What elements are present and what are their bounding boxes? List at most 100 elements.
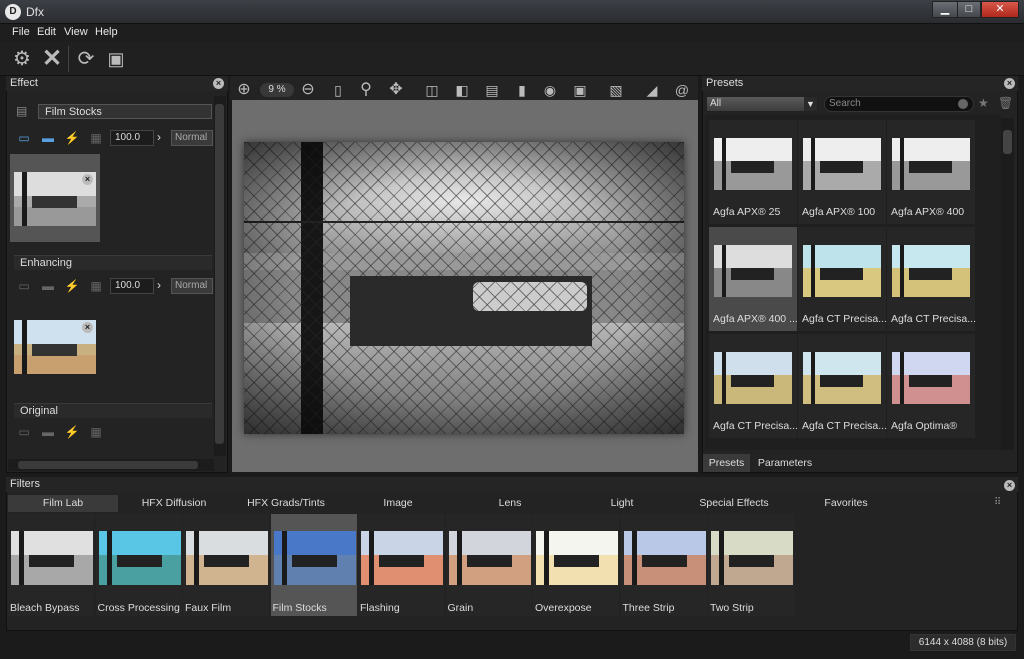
preset-item[interactable]: Agfa CT Precisa...	[798, 227, 887, 331]
filter-tab[interactable]: Lens	[455, 495, 565, 512]
filter-item[interactable]: Faux Film	[183, 514, 269, 616]
refresh-icon[interactable]: ⟳	[74, 47, 98, 71]
filter-tab[interactable]: HFX Diffusion	[120, 495, 228, 512]
monitor-icon[interactable]: ▬	[40, 424, 56, 440]
magnifier-icon[interactable]: ⚲	[356, 78, 376, 98]
monitor-icon[interactable]: ▬	[40, 278, 56, 294]
filter-item[interactable]: Grain	[445, 514, 532, 616]
lightning-icon[interactable]: ⚡	[64, 278, 80, 294]
preset-search-input[interactable]: Search	[824, 96, 974, 112]
maximize-button[interactable]: □	[957, 1, 981, 18]
minimize-button[interactable]: ▁	[932, 1, 958, 18]
filter-label: Grain	[447, 602, 474, 614]
lightning-icon[interactable]: ⚡	[64, 130, 80, 146]
filter-tab[interactable]: Film Lab	[8, 495, 118, 512]
section-original[interactable]: Original	[14, 403, 212, 418]
preset-item[interactable]: Agfa APX® 100	[798, 120, 886, 224]
filter-thumbnail	[11, 531, 93, 585]
filter-item[interactable]: Bleach Bypass	[8, 514, 94, 616]
preset-item[interactable]: Agfa APX® 400	[887, 120, 975, 224]
gear-icon[interactable]: ⚙	[10, 47, 34, 71]
zoom-out-icon[interactable]: ⊖	[298, 78, 318, 98]
preset-item[interactable]: Agfa Optima®	[887, 334, 975, 438]
monitor-preview-icon[interactable]: ▣	[570, 78, 590, 98]
frame-icon[interactable]: ▦	[88, 130, 104, 146]
filter-label: Three Strip	[622, 602, 675, 614]
preset-category-select[interactable]: All	[706, 96, 818, 112]
filter-tab[interactable]: Favorites	[790, 495, 902, 512]
delete-icon[interactable]: ✕	[40, 47, 64, 71]
filter-tab[interactable]: Special Effects	[678, 495, 790, 512]
preset-item[interactable]: Agfa APX® 25	[709, 120, 797, 224]
camera-icon[interactable]: ◉	[540, 78, 560, 98]
remove-film-stocks-icon[interactable]: ×	[82, 174, 93, 185]
preset-item[interactable]: Agfa CT Precisa...	[798, 334, 887, 438]
lightning-icon[interactable]: ⚡	[64, 424, 80, 440]
filter-item[interactable]: Flashing	[358, 514, 444, 616]
presets-scrollbar-thumb[interactable]	[1003, 130, 1012, 154]
frame-icon[interactable]: ▦	[88, 278, 104, 294]
info-icon[interactable]: @	[672, 78, 692, 98]
split-half-icon[interactable]: ◧	[452, 78, 472, 98]
opacity-value-enhancing[interactable]: 100.0	[110, 278, 154, 294]
preset-item[interactable]: Agfa CT Precisa...	[709, 334, 798, 438]
effect-panel-close-icon[interactable]: ×	[213, 78, 224, 89]
menu-view[interactable]: View	[64, 26, 88, 38]
blend-mode-enhancing[interactable]: Normal	[171, 278, 213, 294]
filter-item[interactable]: Three Strip	[620, 514, 707, 616]
filter-tab[interactable]: Light	[567, 495, 677, 512]
menu-file[interactable]: File	[12, 26, 30, 38]
app-icon: D	[5, 4, 21, 20]
mask-icon[interactable]: ▭	[16, 130, 32, 146]
filter-label: Two Strip	[710, 602, 754, 614]
star-icon[interactable]: ★	[978, 96, 992, 110]
grid-view-icon[interactable]: ⠿	[994, 497, 1001, 508]
chevron-right-icon[interactable]: ›	[157, 130, 161, 144]
menu-edit[interactable]: Edit	[37, 26, 56, 38]
menu-help[interactable]: Help	[95, 26, 118, 38]
filter-item[interactable]: Overexpose	[533, 514, 619, 616]
filter-item[interactable]: Film Stocks	[270, 514, 357, 616]
chevron-right-icon[interactable]: ›	[157, 278, 161, 292]
tab-presets[interactable]: Presets	[703, 454, 750, 472]
close-button[interactable]: ✕	[981, 1, 1019, 18]
mask-icon[interactable]: ▭	[16, 424, 32, 440]
section-film-stocks[interactable]: Film Stocks	[38, 104, 212, 119]
histogram-icon[interactable]: ◢	[642, 78, 662, 98]
split-horizontal-icon[interactable]: ▤	[482, 78, 502, 98]
preset-item[interactable]: Agfa APX® 400 ...	[709, 227, 798, 331]
presets-panel-close-icon[interactable]: ×	[1004, 78, 1015, 89]
filter-item[interactable]: Two Strip	[708, 514, 794, 616]
section-enhancing[interactable]: Enhancing	[14, 255, 212, 270]
mask-icon[interactable]: ▭	[16, 278, 32, 294]
opacity-value-film-stocks[interactable]: 100.0	[110, 130, 154, 146]
split-vertical-icon[interactable]: ◫	[422, 78, 442, 98]
effect-scrollbar-h-thumb[interactable]	[18, 461, 198, 469]
pan-icon[interactable]: ✥	[386, 78, 406, 98]
filters-panel-close-icon[interactable]: ×	[1004, 480, 1015, 491]
filter-tab[interactable]: HFX Grads/Tints	[230, 495, 342, 512]
fit-icon[interactable]: ▯	[328, 78, 348, 98]
frame-icon[interactable]: ▦	[88, 424, 104, 440]
preset-item[interactable]: Agfa CT Precisa...	[887, 227, 976, 331]
filter-item[interactable]: Cross Processing	[95, 514, 182, 616]
chevron-down-icon[interactable]: ▼	[804, 97, 817, 111]
filter-tab[interactable]: Image	[343, 495, 453, 512]
monitor-icon[interactable]: ▬	[40, 130, 56, 146]
presets-scrollbar[interactable]	[1001, 118, 1014, 450]
remove-enhancing-icon[interactable]: ×	[82, 322, 93, 333]
clear-search-icon[interactable]	[958, 99, 968, 109]
effect-scrollbar-thumb[interactable]	[215, 104, 224, 444]
zoom-in-icon[interactable]: ⊕	[234, 78, 254, 98]
effect-panel-title: Effect	[6, 76, 228, 91]
single-view-icon[interactable]: ▮	[512, 78, 532, 98]
trash-icon[interactable]: 🗑	[998, 96, 1013, 110]
main-image[interactable]	[244, 142, 684, 434]
compare-icon[interactable]: ▣	[104, 47, 128, 71]
blend-mode-film-stocks[interactable]: Normal	[171, 130, 213, 146]
zoom-level[interactable]: 9 %	[260, 83, 294, 97]
main-toolbar	[0, 42, 1024, 76]
title-bar	[0, 0, 1024, 24]
tab-parameters[interactable]: Parameters	[752, 454, 818, 472]
landscape-icon[interactable]: ▧	[606, 78, 626, 98]
